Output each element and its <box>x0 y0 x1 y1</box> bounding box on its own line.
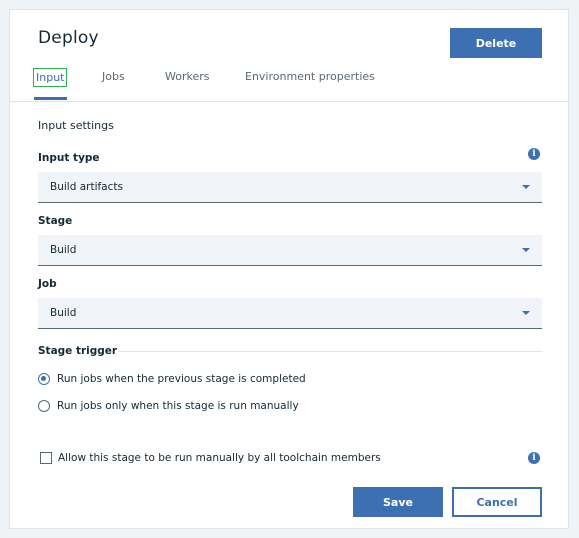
input-type-label: Input type <box>38 152 100 164</box>
stage-select[interactable]: Build <box>38 235 542 266</box>
stage-label: Stage <box>38 215 73 227</box>
save-button[interactable]: Save <box>353 487 443 517</box>
allow-manual-run-label: Allow this stage to be run manually by a… <box>58 452 381 464</box>
input-type-value: Build artifacts <box>50 181 123 193</box>
trigger-option-label: Run jobs only when this stage is run man… <box>57 400 299 412</box>
input-type-select[interactable]: Build artifacts <box>38 172 542 203</box>
chevron-down-icon <box>522 185 530 189</box>
job-select[interactable]: Build <box>38 298 542 329</box>
active-tab-indicator <box>34 97 67 100</box>
deploy-stage-panel: Deploy Delete Input Jobs Workers Environ… <box>9 9 569 529</box>
radio-button[interactable] <box>38 400 50 412</box>
stage-trigger-title: Stage trigger <box>38 345 118 357</box>
allow-manual-run-checkbox[interactable] <box>40 452 52 464</box>
trigger-option-previous-stage[interactable]: Run jobs when the previous stage is comp… <box>38 371 306 387</box>
cancel-button[interactable]: Cancel <box>452 487 542 517</box>
input-settings-title: Input settings <box>38 119 114 132</box>
tab-environment-properties[interactable]: Environment properties <box>245 70 375 83</box>
divider <box>118 351 542 352</box>
info-icon[interactable]: i <box>528 452 540 464</box>
radio-button-checked[interactable] <box>38 373 50 385</box>
stage-value: Build <box>50 244 77 256</box>
job-value: Build <box>50 307 77 319</box>
chevron-down-icon <box>522 248 530 252</box>
job-label: Job <box>38 278 57 290</box>
info-icon[interactable]: i <box>528 148 540 160</box>
tab-workers[interactable]: Workers <box>165 70 209 83</box>
chevron-down-icon <box>522 311 530 315</box>
tab-input[interactable]: Input <box>33 68 68 87</box>
trigger-option-manual[interactable]: Run jobs only when this stage is run man… <box>38 398 299 414</box>
trigger-option-label: Run jobs when the previous stage is comp… <box>57 373 306 385</box>
tab-jobs[interactable]: Jobs <box>102 70 125 83</box>
allow-manual-run-checkbox-row[interactable]: Allow this stage to be run manually by a… <box>40 450 381 466</box>
page-title: Deploy <box>38 28 99 48</box>
tab-bar: Input Jobs Workers Environment propertie… <box>10 68 568 102</box>
delete-button[interactable]: Delete <box>450 28 542 58</box>
